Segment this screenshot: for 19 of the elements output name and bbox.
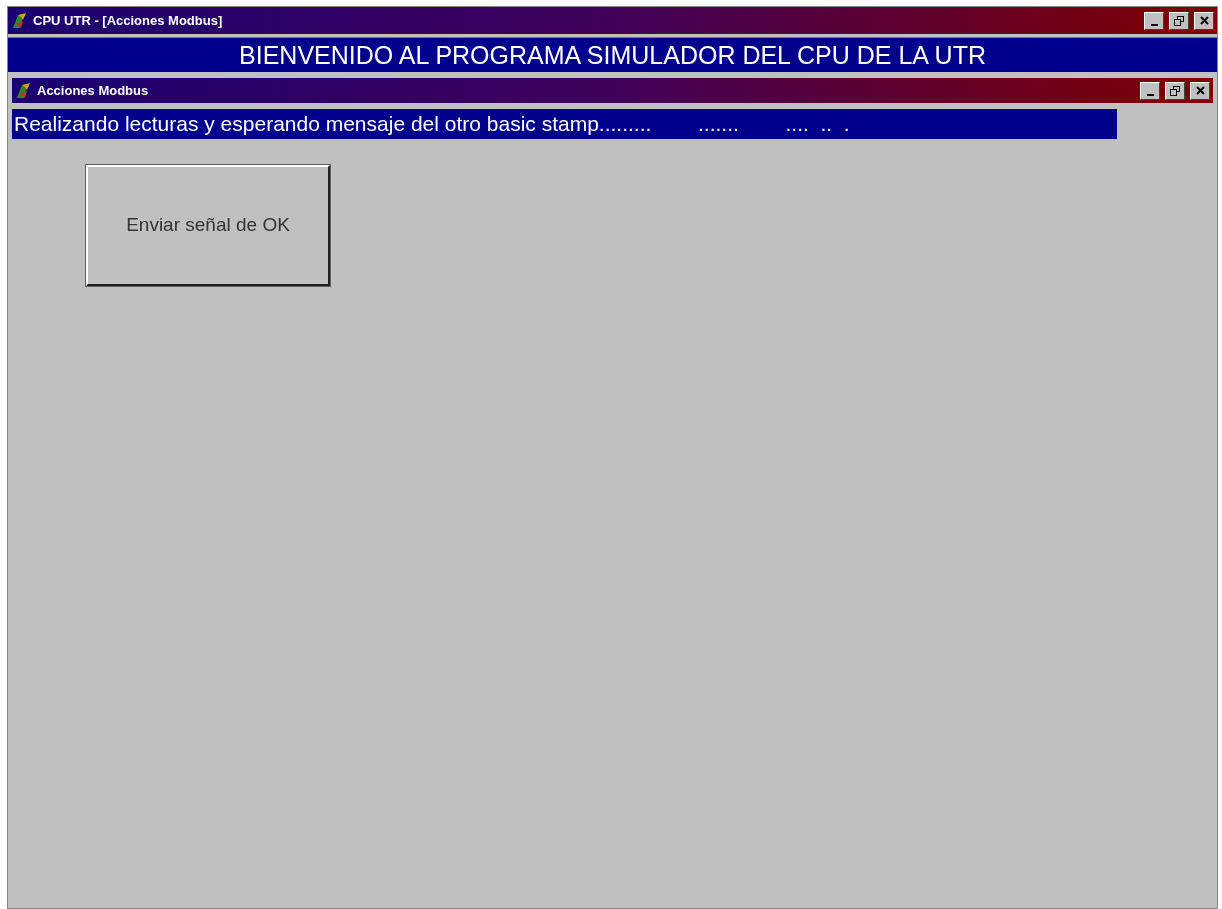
- minimize-icon: [1150, 23, 1158, 26]
- close-icon: [1199, 16, 1209, 25]
- minimize-button[interactable]: [1140, 81, 1160, 100]
- send-ok-button[interactable]: Enviar señal de OK: [86, 165, 330, 286]
- close-button[interactable]: [1194, 11, 1214, 30]
- restore-button[interactable]: [1169, 11, 1189, 30]
- minimize-icon: [1146, 93, 1154, 96]
- app-icon: [11, 11, 29, 30]
- minimize-button[interactable]: [1144, 11, 1164, 30]
- close-button[interactable]: [1190, 81, 1210, 100]
- close-icon: [1195, 86, 1205, 95]
- restore-icon: [1170, 85, 1180, 96]
- welcome-banner: BIENVENIDO AL PROGRAMA SIMULADOR DEL CPU DE LA UTR: [8, 37, 1217, 72]
- app-icon: [15, 81, 33, 100]
- window-title: Acciones Modbus: [37, 81, 150, 100]
- restore-button[interactable]: [1165, 81, 1185, 100]
- restore-icon: [1174, 15, 1184, 26]
- window-title: CPU UTR - [Acciones Modbus]: [33, 11, 224, 30]
- status-message: Realizando lecturas y esperando mensaje del otro basic stamp......... ....... .... .. .: [12, 109, 1117, 139]
